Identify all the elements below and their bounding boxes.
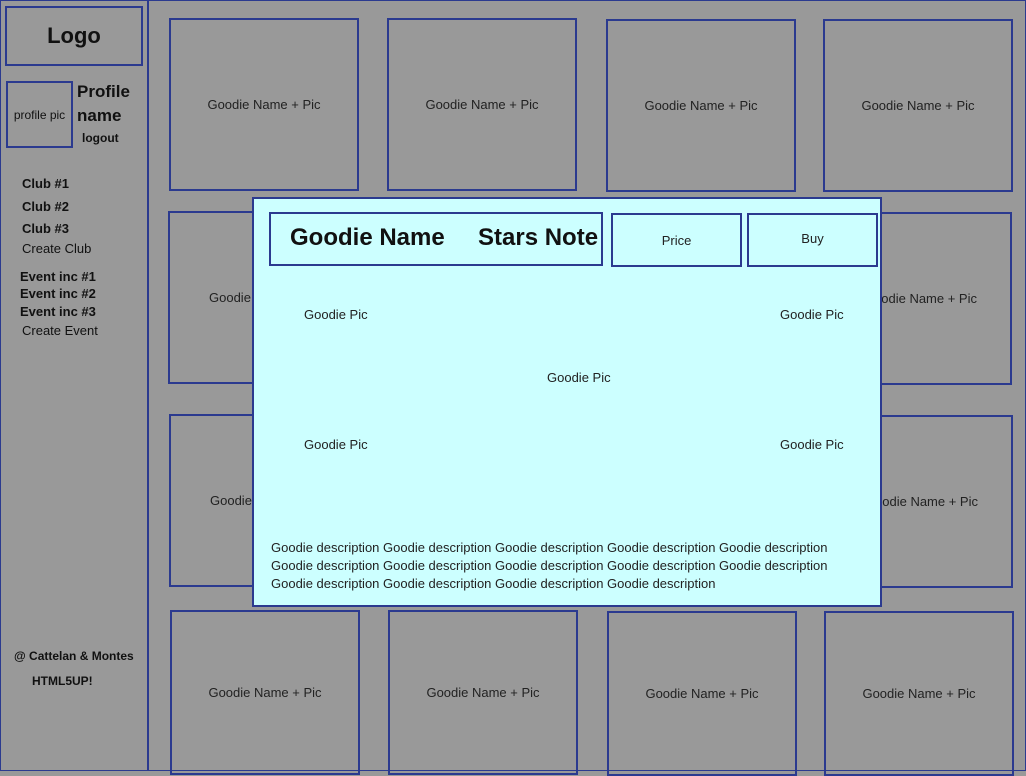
goodie-pic: Goodie Pic bbox=[304, 437, 368, 452]
goodie-card-label: Goodie Name + Pic bbox=[645, 686, 759, 701]
goodie-card[interactable]: Goodie Name + Pic bbox=[823, 19, 1013, 192]
goodie-card[interactable]: Goodie Name + Pic bbox=[607, 611, 797, 776]
goodie-card-label: Goodie bbox=[210, 493, 252, 508]
price-label: Price bbox=[661, 232, 692, 248]
goodie-card-label: Goodie Name + Pic bbox=[207, 97, 321, 112]
goodie-card-label: Goodie Name + Pic bbox=[861, 98, 975, 113]
goodie-title-box: Goodie Name Stars Note bbox=[269, 212, 603, 266]
sidebar-item-club-3[interactable]: Club #3 bbox=[22, 221, 69, 236]
goodie-card-label: Goodie Name + Pic bbox=[862, 686, 976, 701]
goodie-card[interactable]: Goodie Name + Pic bbox=[606, 19, 796, 192]
logout-link[interactable]: logout bbox=[82, 131, 119, 145]
logo: Logo bbox=[5, 6, 143, 66]
goodie-description: Goodie description Goodie description Go… bbox=[271, 540, 828, 591]
create-club-link[interactable]: Create Club bbox=[22, 241, 91, 256]
sidebar-item-event-2[interactable]: Event inc #2 bbox=[20, 286, 96, 301]
sidebar-item-event-3[interactable]: Event inc #3 bbox=[20, 304, 96, 319]
goodie-card[interactable]: Goodie Name + Pic bbox=[387, 18, 577, 191]
goodie-card[interactable]: Goodie Name + Pic bbox=[388, 610, 578, 775]
footer-template: HTML5UP! bbox=[32, 674, 93, 688]
goodie-pic: Goodie Pic bbox=[780, 307, 844, 322]
profile-name: Profile name bbox=[77, 82, 130, 125]
goodie-name: Goodie Name bbox=[290, 224, 445, 251]
sidebar-item-club-2[interactable]: Club #2 bbox=[22, 199, 69, 214]
avatar[interactable]: profile pic bbox=[6, 81, 73, 148]
sidebar-item-event-1[interactable]: Event inc #1 bbox=[20, 269, 96, 284]
goodie-card[interactable]: Goodie Name + Pic bbox=[170, 610, 360, 775]
goodie-card-label: odie Name + Pic bbox=[882, 494, 978, 509]
stars-note: Stars Note bbox=[478, 224, 599, 251]
goodie-card-label: Goodie Name + Pic bbox=[644, 98, 758, 113]
goodie-pic: Goodie Pic bbox=[547, 370, 611, 385]
goodie-card-label: Goodie Name + Pic bbox=[426, 685, 540, 700]
goodie-detail-modal: Goodie Name Stars Note Price Buy Goodie … bbox=[252, 197, 882, 607]
goodie-pic: Goodie Pic bbox=[780, 437, 844, 452]
create-event-link[interactable]: Create Event bbox=[22, 323, 98, 338]
price-button[interactable]: Price bbox=[611, 213, 742, 267]
goodie-card[interactable]: Goodie Name + Pic bbox=[824, 611, 1014, 776]
buy-label: Buy bbox=[801, 231, 824, 246]
footer-credit: @ Cattelan & Montes bbox=[14, 649, 134, 663]
goodie-card-label: Goodie Name + Pic bbox=[425, 97, 539, 112]
goodie-pic: Goodie Pic bbox=[304, 307, 368, 322]
goodie-card-label: Goodie bbox=[209, 290, 251, 305]
goodie-card-label: Goodie Name + Pic bbox=[208, 685, 322, 700]
goodie-card[interactable]: Goodie Name + Pic bbox=[169, 18, 359, 191]
goodie-card-label: odie Name + Pic bbox=[881, 291, 977, 306]
sidebar-item-club-1[interactable]: Club #1 bbox=[22, 176, 69, 191]
buy-button[interactable]: Buy bbox=[747, 213, 878, 267]
sidebar-divider bbox=[147, 0, 149, 771]
